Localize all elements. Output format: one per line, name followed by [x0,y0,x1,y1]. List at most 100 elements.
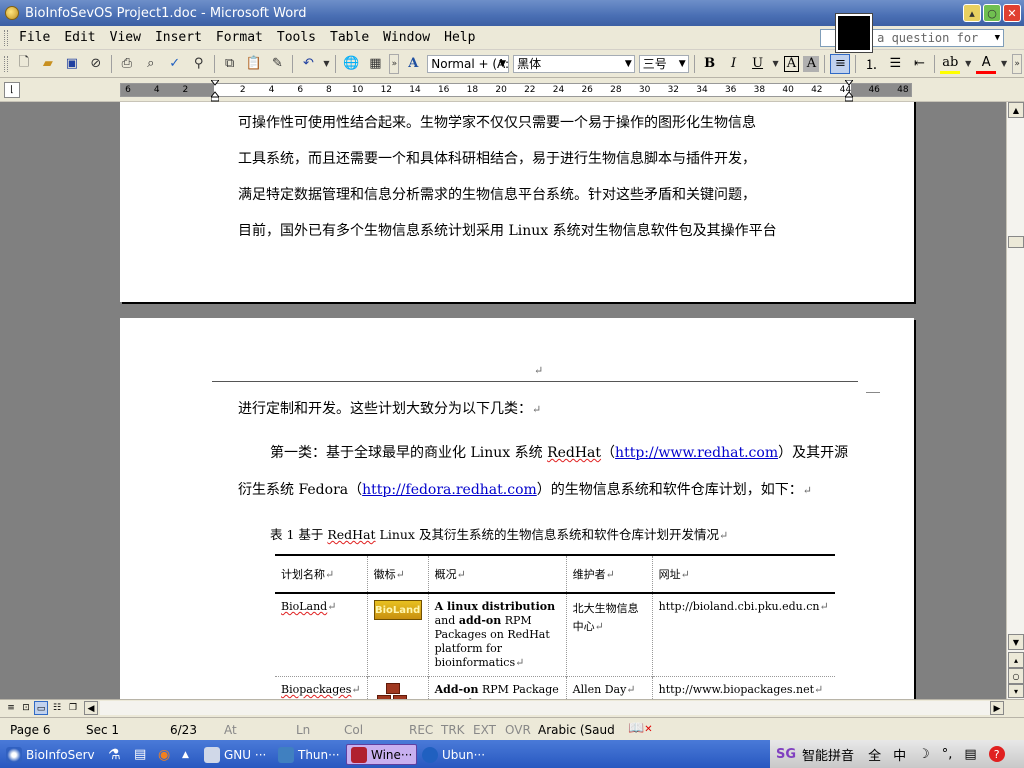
table-cell[interactable]: BioLand↵ [275,593,367,677]
decrease-indent-icon[interactable]: ⇤ [909,54,929,74]
research-icon[interactable]: ⚲ [189,54,209,74]
chevron-down-icon[interactable]: ▼ [772,54,780,74]
taskbar-item-active[interactable]: Wine··· [346,744,418,765]
permission-icon[interactable]: ⊘ [86,54,106,74]
chinese-mode-toggle[interactable]: 中 [893,745,906,764]
table-cell[interactable]: Add-on RPM Package on Fedora 2&5, CentOS… [427,676,567,699]
vertical-scrollbar[interactable]: ▲ ▼ ▴ ○ ▾ [1006,102,1024,699]
character-border-icon[interactable]: A [783,55,800,72]
tables-borders-icon[interactable]: ▦ [365,54,385,74]
toolbar-options-icon[interactable]: » [1012,53,1023,74]
chevron-down-icon[interactable]: ▼ [964,54,972,74]
highlight-icon[interactable]: ab [940,54,961,74]
chevron-up-icon[interactable]: ▲ [178,744,193,765]
menu-file[interactable]: File [12,30,57,45]
word-app-icon[interactable] [5,6,19,20]
bold-button[interactable]: B [700,54,720,74]
chevron-down-icon[interactable]: ▼ [995,30,1000,46]
network-icon[interactable]: ⚗ [104,744,125,765]
horizontal-scrollbar[interactable]: ≡ ⊡ ▭ ☷ ❐ ◀ ▶ [0,699,1024,717]
menu-insert[interactable]: Insert [148,30,209,45]
status-column[interactable]: Col [344,723,363,737]
table-cell[interactable]: http://bioland.cbi.pku.edu.cn↵ [651,593,835,677]
select-browse-object-icon[interactable]: ○ [1008,668,1024,684]
moon-icon[interactable]: ☽ [918,747,930,762]
taskbar-item[interactable]: Thun··· [274,744,344,765]
chevron-down-icon[interactable]: ▼ [499,56,506,72]
style-select[interactable]: Normal + (A: ▼ [427,54,510,73]
keyboard-icon[interactable]: ▤ [964,747,976,762]
status-ext[interactable]: EXT [473,723,496,737]
menu-window[interactable]: Window [376,30,437,45]
right-indent-marker[interactable] [843,79,855,102]
punctuation-icon[interactable]: °, [942,747,953,762]
left-indent-marker[interactable] [209,79,221,102]
menubar-grip[interactable] [4,29,8,46]
table-header-cell[interactable]: 徽标↵ [366,554,429,594]
fedora-link[interactable]: http://fedora.redhat.com [362,482,537,498]
projects-table[interactable]: 计划名称↵ 徽标↵ 概况↵ 维护者↵ 网址↵ BioLand↵ BioLand … [275,554,835,699]
align-center-icon[interactable]: ≡ [830,53,851,74]
menu-help[interactable]: Help [437,30,482,45]
status-page[interactable]: Page 6 [10,723,51,737]
table-cell[interactable] [366,676,429,699]
ime-label[interactable]: 智能拼音 [802,745,854,764]
status-language[interactable]: Arabic (Saud [538,723,615,737]
font-select[interactable]: 黑体 ▼ [513,54,635,73]
next-page-icon[interactable]: ▾ [1008,684,1024,698]
normal-view-icon[interactable]: ≡ [4,701,18,715]
minimize-button[interactable]: ▴ [963,4,981,22]
status-at[interactable]: At [224,723,237,737]
input-method-icon[interactable]: SG [776,747,796,762]
hyperlink-icon[interactable]: 🌐 [341,54,361,74]
taskbar-item[interactable]: Ubun··· [418,744,489,765]
paste-icon[interactable]: 📋 [244,54,264,74]
help-icon[interactable]: ? [988,746,1005,762]
close-button[interactable]: ✕ [1003,4,1021,22]
table-cell[interactable]: Allen Day↵ [565,676,653,699]
chevron-down-icon[interactable]: ▼ [322,54,330,74]
redhat-link[interactable]: http://www.redhat.com [615,445,778,461]
italic-button[interactable]: I [724,54,744,74]
tab-stop-selector[interactable]: ⌊ [4,82,20,98]
reading-layout-icon[interactable]: ❐ [66,701,80,715]
chevron-down-icon[interactable]: ▼ [1000,54,1008,74]
document-area[interactable]: 可操作性可使用性结合起来。生物学家不仅仅只需要一个易于操作的图形化生物信息 工具… [0,102,1006,699]
save-icon[interactable]: ▣ [62,54,82,74]
table-header-cell[interactable]: 网址↵ [651,554,835,594]
outline-view-icon[interactable]: ☷ [50,701,64,715]
toolbar-grip[interactable] [4,55,8,72]
web-layout-icon[interactable]: ⊡ [19,701,33,715]
font-size-select[interactable]: 三号 ▼ [638,54,689,73]
scroll-down-icon[interactable]: ▼ [1008,634,1024,650]
table-header-cell[interactable]: 概况↵ [427,554,567,594]
scroll-thumb[interactable] [1008,236,1024,248]
menu-view[interactable]: View [103,30,148,45]
undo-icon[interactable]: ↶ [298,54,318,74]
chevron-down-icon[interactable]: ▼ [625,56,632,72]
full-width-toggle[interactable]: 全 [868,745,881,764]
format-painter-icon[interactable]: ✎ [268,54,288,74]
table-cell[interactable]: 北大生物信息中心↵ [565,593,653,677]
font-color-icon[interactable]: A [976,54,997,74]
status-rec[interactable]: REC [409,723,433,737]
table-cell[interactable]: BioLand [366,593,429,677]
status-page-count[interactable]: 6/23 [170,723,197,737]
status-ovr[interactable]: OVR [505,723,531,737]
previous-page-icon[interactable]: ▴ [1008,652,1024,668]
menu-tools[interactable]: Tools [270,30,323,45]
table-cell[interactable]: Biopackages↵ [275,676,368,699]
terminal-icon[interactable]: ▤ [130,744,150,765]
table-header-cell[interactable]: 计划名称↵ [275,554,368,594]
open-folder-icon[interactable]: ▰ [38,54,58,74]
menu-table[interactable]: Table [323,30,376,45]
scroll-up-icon[interactable]: ▲ [1008,102,1024,118]
new-document-icon[interactable]: 🗋 [14,54,34,74]
status-trk[interactable]: TRK [441,723,465,737]
chevron-down-icon[interactable]: ▼ [679,56,686,72]
horizontal-scroll-track[interactable] [100,701,990,715]
styles-pane-icon[interactable]: A [403,54,423,74]
maximize-button[interactable]: ○ [983,4,1001,22]
status-line[interactable]: Ln [296,723,310,737]
taskbar-item[interactable]: BioInfoServ [2,744,99,765]
